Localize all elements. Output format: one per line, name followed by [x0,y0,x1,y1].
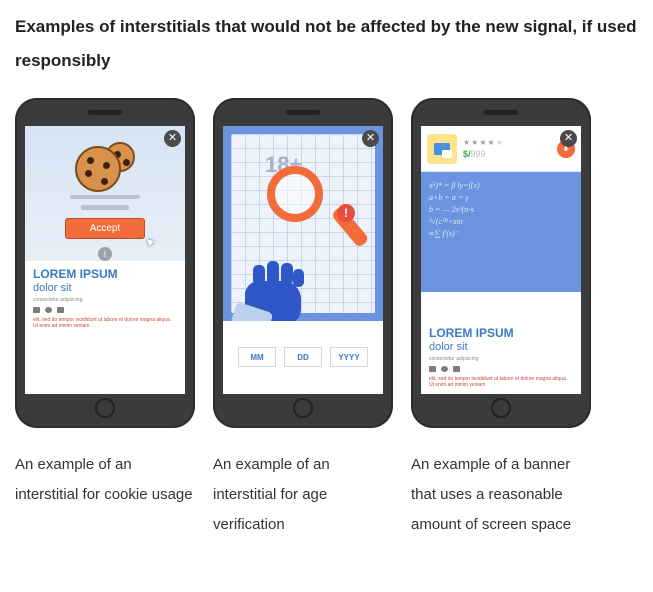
star-icon: ★ [463,138,470,147]
star-icon: ★ [488,138,495,147]
day-field[interactable]: DD [284,347,322,367]
spacer [421,292,581,320]
month-field[interactable]: MM [238,347,276,367]
star-icon: ★ [496,138,503,147]
close-icon[interactable]: ✕ [164,130,181,147]
page-content: MM DD YYYY [223,347,383,394]
accept-label: Accept [90,223,121,234]
example-caption: An example of a banner that uses a reaso… [411,450,591,540]
cookie-illustration [75,142,135,189]
article-title: LOREM IPSUM [33,268,177,281]
close-icon[interactable]: ✕ [362,130,379,147]
close-icon[interactable]: ✕ [560,130,577,147]
article-subtitle: dolor sit [33,282,177,294]
app-icon [427,134,457,164]
phone-frame: ✕ ★ ★ ★ ★ ★ $/999 [411,98,591,428]
article-body: elit, sed do tempor incididunt ut labore… [33,317,177,330]
star-icon: ★ [471,138,478,147]
examples-row: ✕ Accept i LOREM IPSUM dol [15,98,638,540]
phone-screen: ✕ 18+ ! [223,126,383,394]
example-cookie: ✕ Accept i LOREM IPSUM dol [15,98,195,540]
info-icon[interactable]: i [98,247,112,261]
share-icons [33,307,177,313]
magnifier-icon [267,166,337,236]
article-title: LOREM IPSUM [429,327,573,340]
article-body: elit, sed do tempor incididunt ut labore… [429,376,573,389]
age-interstitial: 18+ ! [223,126,383,321]
app-meta: ★ ★ ★ ★ ★ $/999 [463,138,551,159]
text-placeholder [81,205,129,210]
article-meta: consectetur adipiscing [33,297,177,303]
article-meta: consectetur adipiscing [429,356,573,362]
share-icons [429,366,573,372]
phone-frame: ✕ 18+ ! [213,98,393,428]
chalkboard-content: x⁵)* = β ly=f(x) a+b = α = γ b = — 2x²(n… [421,172,581,292]
example-caption: An example of an interstitial for age ve… [213,450,393,540]
year-field[interactable]: YYYY [330,347,368,367]
rating-stars: ★ ★ ★ ★ ★ [463,138,551,147]
app-price: $/999 [463,149,551,159]
phone-screen: ✕ Accept i LOREM IPSUM dol [25,126,185,394]
star-icon: ★ [479,138,486,147]
article-subtitle: dolor sit [429,341,573,353]
alert-icon: ! [337,204,355,222]
example-caption: An example of an interstitial for cookie… [15,450,195,510]
date-input-row: MM DD YYYY [223,347,383,367]
page-content: LOREM IPSUM dolor sit consectetur adipis… [421,320,581,394]
phone-frame: ✕ Accept i LOREM IPSUM dol [15,98,195,428]
example-age: ✕ 18+ ! [213,98,393,540]
text-placeholder [70,195,140,200]
app-banner[interactable]: ★ ★ ★ ★ ★ $/999 ⬇ [421,126,581,172]
cookie-interstitial: Accept i [25,126,185,261]
page-content: LOREM IPSUM dolor sit consectetur adipis… [25,261,185,336]
accept-button[interactable]: Accept [65,218,146,239]
phone-screen: ✕ ★ ★ ★ ★ ★ $/999 [421,126,581,394]
cursor-icon [147,237,155,247]
example-banner: ✕ ★ ★ ★ ★ ★ $/999 [411,98,591,540]
glove-illustration [239,271,309,321]
section-heading: Examples of interstitials that would not… [15,10,638,78]
